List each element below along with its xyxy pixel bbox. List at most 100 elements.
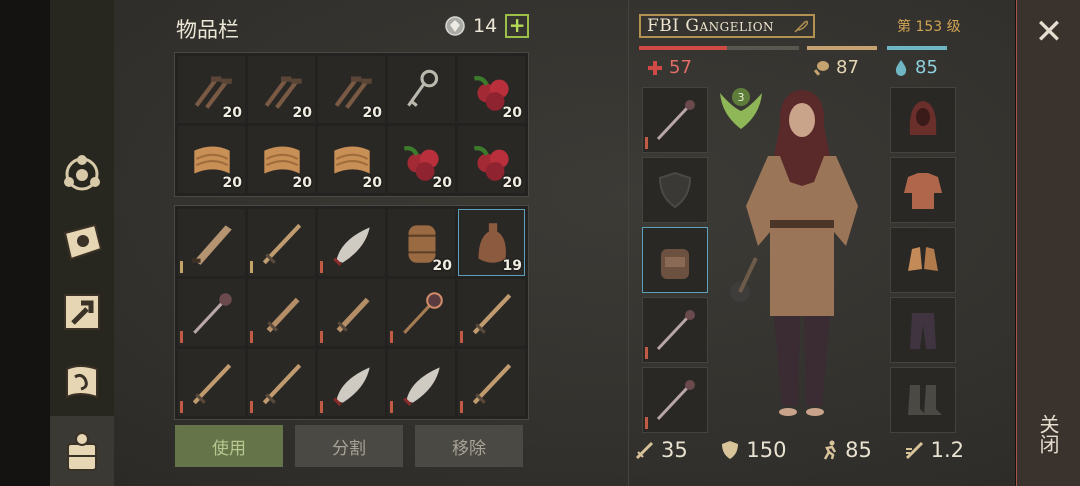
sword-icon (262, 363, 301, 404)
split-button[interactable]: 分割 (295, 425, 403, 467)
mace-icon (656, 100, 695, 141)
scimitar-icon (332, 366, 370, 406)
attack-value: 35 (661, 438, 688, 462)
feet-slot[interactable] (890, 367, 956, 433)
scimitar-icon (332, 226, 370, 266)
item-quantity: 20 (432, 175, 452, 191)
durability-indicator (180, 331, 183, 343)
inventory-slot[interactable]: 20 (318, 56, 385, 123)
gloves-icon (908, 247, 938, 271)
inventory-slot[interactable] (388, 56, 455, 123)
hunger-bar (807, 46, 877, 50)
map-tab-button[interactable] (56, 356, 108, 408)
thirst-stat: 85 (893, 57, 938, 78)
inventory-slot[interactable] (318, 209, 385, 276)
character-name-box[interactable]: FBI Gangelion (639, 14, 815, 38)
inventory-slot[interactable]: 20 (458, 56, 525, 123)
durability-indicator (460, 331, 463, 343)
chest-slot[interactable] (890, 157, 956, 223)
quick-slot-2[interactable] (642, 367, 708, 433)
durability-indicator (320, 261, 323, 273)
speed-stat: 85 (818, 438, 872, 462)
inventory-slot[interactable]: 20 (388, 126, 455, 193)
armor-stat: 150 (719, 438, 787, 462)
head-slot[interactable] (890, 87, 956, 153)
inventory-slot[interactable] (178, 279, 245, 346)
short-sword-icon (266, 297, 300, 332)
short-sword-icon (336, 297, 370, 332)
item-quantity: 20 (362, 105, 382, 121)
sword-icon (472, 363, 511, 404)
inventory-slot[interactable] (248, 209, 315, 276)
item-quantity: 20 (292, 105, 312, 121)
backpack-icon (661, 249, 689, 279)
backpack-slot[interactable] (642, 227, 708, 293)
panel-divider (628, 0, 629, 486)
close-label[interactable]: 关闭 (1036, 414, 1063, 454)
inventory-slot[interactable]: 19 (458, 209, 525, 276)
inventory-slot[interactable]: 20 (458, 126, 525, 193)
inventory-slot[interactable]: 20 (248, 126, 315, 193)
inventory-slot[interactable] (458, 349, 525, 416)
hands-slot[interactable] (890, 227, 956, 293)
currency-group: 14 + (445, 14, 530, 38)
item-quantity: 20 (222, 175, 242, 191)
inventory-slot[interactable] (388, 349, 455, 416)
drumstick-icon (813, 60, 829, 76)
cleaver-icon (191, 224, 232, 265)
item-quantity: 20 (502, 175, 522, 191)
durability-indicator (180, 261, 183, 273)
inventory-slot[interactable] (178, 209, 245, 276)
inventory-slot[interactable] (458, 279, 525, 346)
remove-button[interactable]: 移除 (415, 425, 523, 467)
close-icon[interactable]: ✕ (1031, 14, 1067, 50)
currency-count: 14 (473, 15, 498, 37)
combat-stats: 35 150 85 1.2 (634, 438, 964, 462)
skills-tab-button[interactable] (56, 148, 108, 200)
left-sidebar (50, 0, 114, 486)
durability-indicator (460, 401, 463, 413)
inventory-slot[interactable] (248, 279, 315, 346)
character-level: 第 153 级 (897, 19, 961, 35)
scroll-map-icon (66, 365, 98, 399)
durability-indicator (390, 331, 393, 343)
close-panel[interactable]: ✕ 关闭 (1016, 0, 1080, 486)
durability-indicator (250, 331, 253, 343)
crafting-tab-button[interactable] (56, 286, 108, 338)
hunger-stat: 87 (812, 57, 859, 78)
padded-shirt-icon (904, 173, 942, 209)
inventory-slot[interactable]: 20 (248, 56, 315, 123)
inventory-slot[interactable]: 20 (178, 56, 245, 123)
weapon-slot-main[interactable] (642, 87, 708, 153)
sword-icon (472, 293, 511, 334)
legs-slot[interactable] (890, 297, 956, 363)
scimitar-icon (402, 366, 440, 406)
item-quantity: 20 (222, 105, 242, 121)
durability-indicator (645, 347, 648, 359)
mace-icon (656, 310, 695, 351)
durability-indicator (180, 401, 183, 413)
inventory-slot[interactable] (248, 349, 315, 416)
shield-slot[interactable] (642, 157, 708, 223)
character-tab-button[interactable] (50, 416, 114, 486)
inventory-slot[interactable]: 20 (178, 126, 245, 193)
inventory-slot[interactable] (318, 349, 385, 416)
inventory-slot[interactable] (388, 279, 455, 346)
quick-slot-1[interactable] (642, 297, 708, 363)
attack-sword-icon (635, 441, 654, 460)
inventory-slot[interactable] (318, 279, 385, 346)
key-icon (406, 69, 438, 107)
pants-icon (910, 313, 936, 349)
inventory-slot[interactable]: 20 (388, 209, 455, 276)
sword-icon (192, 363, 231, 404)
inventory-slot[interactable]: 20 (318, 126, 385, 193)
character-model (730, 90, 858, 416)
inventory-slot[interactable] (178, 349, 245, 416)
recipes-tab-button[interactable] (56, 216, 108, 268)
health-cross-icon (648, 60, 662, 75)
durability-indicator (645, 417, 648, 429)
rename-feather-icon[interactable] (793, 18, 809, 34)
shield-placeholder-icon (658, 171, 692, 209)
add-currency-button[interactable]: + (505, 14, 530, 38)
use-button[interactable]: 使用 (175, 425, 283, 467)
